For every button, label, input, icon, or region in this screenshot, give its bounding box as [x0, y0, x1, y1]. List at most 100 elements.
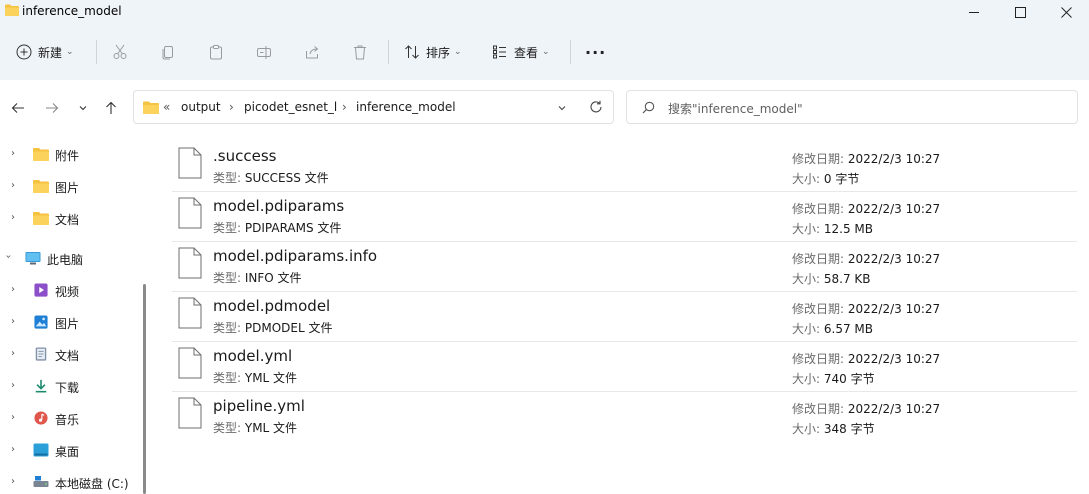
search-icon: [642, 101, 655, 114]
file-name: .success: [213, 147, 277, 165]
cut-button[interactable]: [112, 38, 128, 66]
minimize-icon: [968, 11, 979, 13]
file-size: 大小: 58.7 KB: [792, 272, 871, 286]
sidebar-item-label: 本地磁盘 (C:): [55, 477, 129, 491]
sidebar-item-videos[interactable]: › 视频: [0, 274, 140, 306]
sidebar-item-label: 图片: [55, 317, 80, 331]
chevron-right-icon[interactable]: ›: [11, 316, 15, 327]
folder-icon: [33, 148, 49, 161]
search-input[interactable]: 搜索"inference_model": [626, 90, 1078, 124]
file-row[interactable]: pipeline.yml 类型: YML 文件 修改日期: 2022/2/3 1…: [172, 392, 1077, 442]
close-button[interactable]: [1043, 0, 1089, 24]
close-icon: [1060, 6, 1072, 18]
file-row[interactable]: model.pdiparams 类型: PDIPARAMS 文件 修改日期: 2…: [172, 192, 1077, 242]
desktop-icon: [33, 443, 49, 457]
sidebar-item-label: 此电脑: [47, 253, 84, 267]
file-modified: 修改日期: 2022/2/3 10:27: [792, 152, 941, 166]
chevron-down-icon: ⌄: [454, 47, 462, 57]
paste-button[interactable]: [208, 38, 224, 66]
file-modified: 修改日期: 2022/2/3 10:27: [792, 302, 941, 316]
chevron-down-icon[interactable]: [557, 103, 567, 113]
rename-button[interactable]: [256, 38, 272, 66]
forward-button[interactable]: [41, 97, 63, 119]
sidebar-item-downloads[interactable]: › 下载: [0, 370, 140, 402]
view-label: 查看: [514, 45, 539, 60]
arrow-left-icon: [11, 103, 24, 113]
plus-circle-icon: [16, 44, 32, 60]
sort-label: 排序: [426, 45, 451, 60]
chevron-down-icon[interactable]: ›: [3, 255, 14, 259]
sort-button[interactable]: 排序 ⌄: [404, 38, 462, 66]
folder-icon: [5, 4, 19, 16]
chevron-right-icon[interactable]: ›: [11, 148, 15, 159]
delete-button[interactable]: [352, 38, 368, 66]
chevron-right-icon[interactable]: ›: [11, 180, 15, 191]
folder-icon: [143, 101, 159, 114]
chevron-down-icon: ⌄: [66, 47, 74, 57]
chevron-down-icon: ⌄: [542, 47, 550, 57]
file-row[interactable]: model.pdmodel 类型: PDMODEL 文件 修改日期: 2022/…: [172, 292, 1077, 342]
sidebar-item-label: 文档: [55, 213, 80, 227]
file-icon: [178, 247, 202, 279]
chevron-right-icon[interactable]: ›: [11, 444, 15, 455]
file-size: 大小: 348 字节: [792, 422, 875, 436]
search-placeholder: 搜索"inference_model": [668, 102, 803, 116]
back-button[interactable]: [7, 97, 29, 119]
sidebar-item-music[interactable]: › 音乐: [0, 402, 140, 434]
sidebar-item-local-disk[interactable]: › 本地磁盘 (C:): [0, 466, 140, 494]
view-list-icon: [493, 45, 506, 59]
breadcrumb-output[interactable]: output: [181, 100, 221, 114]
sidebar-item-documents[interactable]: › 文档: [0, 338, 140, 370]
new-button[interactable]: 新建 ⌄: [16, 38, 74, 66]
pictures-icon: [34, 315, 48, 329]
address-bar[interactable]: « output › picodet_esnet_l › inference_m…: [133, 90, 614, 124]
file-modified: 修改日期: 2022/2/3 10:27: [792, 352, 941, 366]
sidebar-item-this-pc[interactable]: › 此电脑: [0, 242, 140, 274]
minimize-button[interactable]: [951, 0, 997, 24]
file-type: 类型: SUCCESS 文件: [213, 171, 329, 185]
sidebar-item-documents-folder[interactable]: › 文档: [0, 202, 140, 234]
file-icon: [178, 197, 202, 229]
new-label: 新建: [38, 45, 63, 60]
file-modified: 修改日期: 2022/2/3 10:27: [792, 402, 941, 416]
file-row[interactable]: model.pdiparams.info 类型: INFO 文件 修改日期: 2…: [172, 242, 1077, 292]
maximize-button[interactable]: [997, 0, 1043, 24]
chevron-right-icon[interactable]: ›: [11, 380, 15, 391]
address-row: « output › picodet_esnet_l › inference_m…: [0, 80, 1089, 136]
sidebar-item-pictures[interactable]: › 图片: [0, 306, 140, 338]
chevron-right-icon[interactable]: ›: [11, 476, 15, 487]
up-button[interactable]: [100, 97, 122, 119]
chevron-right-icon[interactable]: ›: [11, 284, 15, 295]
breadcrumb-overflow[interactable]: «: [163, 100, 170, 114]
sidebar-item-label: 附件: [55, 149, 80, 163]
file-type: 类型: PDIPARAMS 文件: [213, 221, 342, 235]
chevron-right-icon[interactable]: ›: [11, 412, 15, 423]
breadcrumb-picodet[interactable]: picodet_esnet_l: [244, 100, 337, 114]
copy-button[interactable]: [160, 38, 176, 66]
chevron-down-icon: [79, 106, 87, 111]
file-row[interactable]: model.yml 类型: YML 文件 修改日期: 2022/2/3 10:2…: [172, 342, 1077, 392]
sidebar-scrollbar[interactable]: [143, 284, 146, 494]
chevron-right-icon[interactable]: ›: [11, 212, 15, 223]
refresh-icon[interactable]: [589, 100, 603, 114]
file-row[interactable]: .success 类型: SUCCESS 文件 修改日期: 2022/2/3 1…: [172, 142, 1077, 192]
recent-locations-button[interactable]: [72, 97, 94, 119]
share-icon: [306, 46, 319, 59]
view-button[interactable]: 查看 ⌄: [492, 38, 550, 66]
more-icon: ···: [585, 42, 607, 62]
chevron-right-icon[interactable]: ›: [11, 348, 15, 359]
file-icon: [178, 397, 202, 429]
drive-icon: [33, 476, 49, 487]
sidebar-item-pictures-folder[interactable]: › 图片: [0, 170, 140, 202]
more-options-button[interactable]: ···: [585, 38, 606, 66]
sidebar-item-desktop[interactable]: › 桌面: [0, 434, 140, 466]
documents-icon: [35, 347, 47, 361]
sidebar-item-attachments[interactable]: › 附件: [0, 138, 140, 170]
share-button[interactable]: [304, 38, 320, 66]
file-name: model.pdmodel: [213, 297, 331, 315]
file-type: 类型: PDMODEL 文件: [213, 321, 333, 335]
toolbar-divider: [96, 40, 97, 64]
breadcrumb-inference-model[interactable]: inference_model: [356, 100, 456, 114]
file-type: 类型: YML 文件: [213, 371, 298, 385]
paste-icon: [210, 45, 222, 60]
